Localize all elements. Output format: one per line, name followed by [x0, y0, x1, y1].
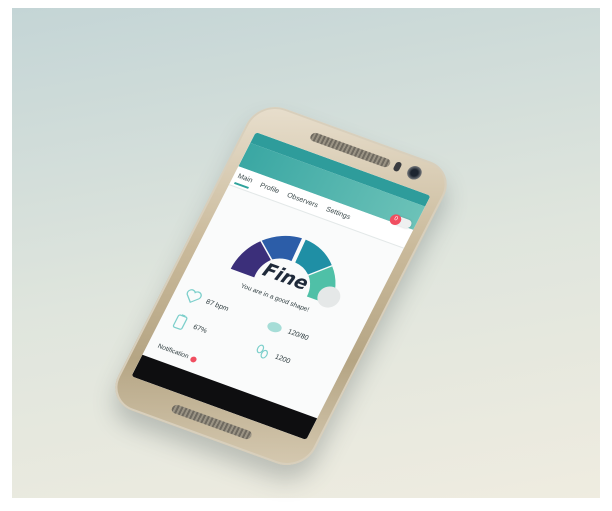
footsteps-icon — [256, 344, 269, 359]
tab-profile[interactable]: Profile — [257, 179, 282, 197]
tab-main[interactable]: Main — [234, 169, 256, 189]
tab-settings[interactable]: Settings — [323, 203, 353, 223]
notification-row[interactable]: Notification — [156, 343, 198, 363]
heart-icon — [186, 289, 202, 304]
front-camera — [404, 164, 425, 182]
battery-icon — [172, 314, 188, 330]
heart-rate-value: 87 bpm — [204, 298, 230, 313]
notification-dot — [189, 355, 198, 363]
cloud-icon — [267, 322, 282, 333]
blood-pressure-value: 120/80 — [286, 328, 310, 342]
notification-label: Notification — [156, 342, 190, 361]
steps-value: 1200 — [273, 353, 292, 365]
proximity-sensor — [392, 161, 403, 173]
battery-value: 67% — [191, 323, 209, 335]
